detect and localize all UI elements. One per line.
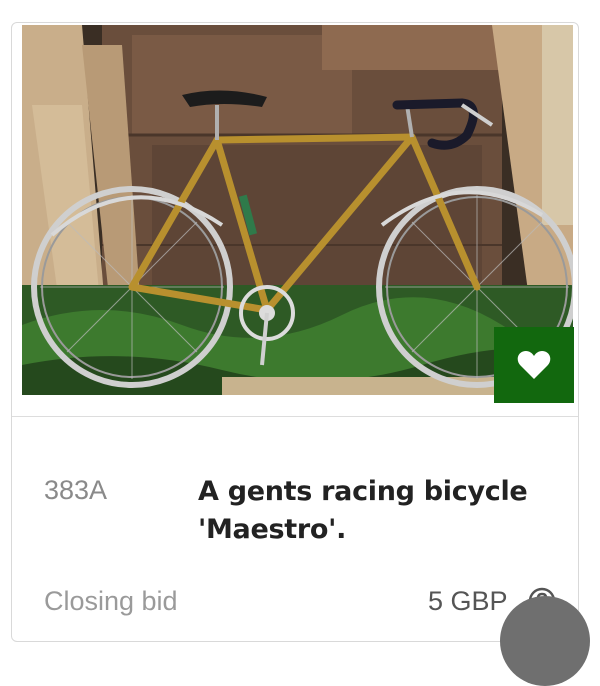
card-divider [12,416,578,417]
lot-number: 383A [44,475,108,505]
lot-title[interactable]: A gents racing bicycle 'Maestro'. [198,473,568,549]
favourite-button[interactable] [494,327,574,403]
lot-photo[interactable] [22,25,573,395]
lot-card[interactable]: 383A A gents racing bicycle 'Maestro'. C… [11,22,579,642]
closing-bid-value: 5 GBP [428,586,508,616]
heart-icon [517,351,551,379]
closing-bid-label: Closing bid [44,586,178,616]
bicycle-photo-illustration [22,25,573,395]
floating-action-button[interactable] [500,596,590,686]
